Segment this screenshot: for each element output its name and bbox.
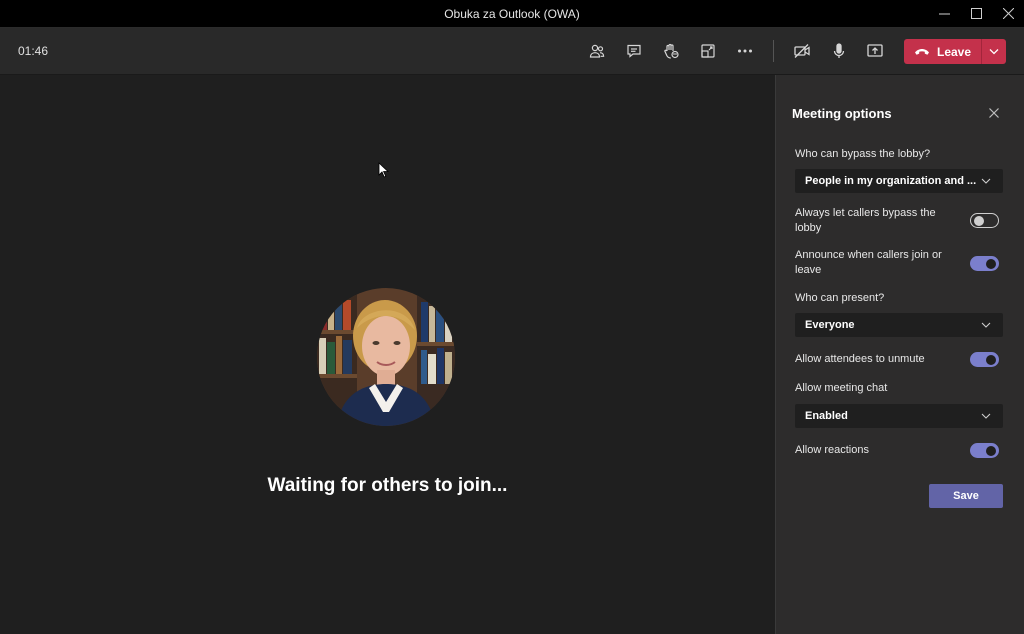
allow-chat-value: Enabled bbox=[805, 410, 848, 422]
leave-button[interactable]: Leave bbox=[904, 39, 981, 64]
share-screen-icon bbox=[867, 44, 883, 57]
allow-unmute-toggle[interactable] bbox=[970, 352, 999, 367]
show-participants-button[interactable] bbox=[584, 38, 610, 64]
chevron-down-icon bbox=[981, 413, 991, 419]
share-content-button[interactable] bbox=[862, 38, 888, 64]
avatar-photo bbox=[317, 288, 455, 426]
allow-reactions-label: Allow reactions bbox=[795, 444, 869, 456]
show-conversation-button[interactable] bbox=[621, 38, 647, 64]
camera-toggle-button[interactable] bbox=[789, 38, 815, 64]
who-can-present-select[interactable]: Everyone bbox=[795, 313, 1003, 337]
call-timer: 01:46 bbox=[18, 44, 49, 58]
who-can-present-label: Who can present? bbox=[795, 292, 885, 304]
minimize-button[interactable] bbox=[928, 0, 960, 27]
chevron-down-icon bbox=[981, 178, 991, 184]
maximize-button[interactable] bbox=[960, 0, 992, 27]
toggle-knob bbox=[986, 445, 996, 456]
meeting-stage: Waiting for others to join... bbox=[0, 75, 775, 634]
toggle-knob bbox=[986, 258, 996, 269]
announce-callers-toggle[interactable] bbox=[970, 256, 999, 271]
title-bar: Obuka za Outlook (OWA) bbox=[0, 0, 1024, 28]
allow-reactions-toggle[interactable] bbox=[970, 443, 999, 458]
allow-chat-label: Allow meeting chat bbox=[795, 382, 888, 394]
more-actions-icon bbox=[738, 49, 752, 53]
who-can-present-value: Everyone bbox=[805, 319, 855, 331]
window-controls bbox=[928, 0, 1024, 27]
announce-callers-label: Announce when callers join or leave bbox=[795, 249, 942, 276]
leave-options-button[interactable] bbox=[981, 39, 1006, 64]
close-icon bbox=[1002, 8, 1014, 19]
panel-title: Meeting options bbox=[792, 106, 892, 121]
save-button[interactable]: Save bbox=[929, 484, 1003, 508]
microphone-toggle-button[interactable] bbox=[826, 38, 852, 64]
window-title: Obuka za Outlook (OWA) bbox=[444, 6, 580, 21]
chevron-down-icon bbox=[989, 49, 999, 55]
bypass-lobby-label: Who can bypass the lobby? bbox=[795, 148, 931, 160]
close-window-button[interactable] bbox=[992, 0, 1024, 27]
callers-bypass-label: Always let callers bypass the lobby bbox=[795, 207, 936, 234]
chat-icon bbox=[627, 44, 641, 58]
leave-button-group: Leave bbox=[904, 39, 1006, 64]
camera-off-icon bbox=[794, 44, 810, 58]
breakout-rooms-icon bbox=[701, 44, 715, 58]
more-actions-button[interactable] bbox=[732, 38, 758, 64]
meeting-toolbar: 01:46 Leave bbox=[0, 28, 1024, 75]
toggle-knob bbox=[974, 215, 984, 226]
maximize-icon bbox=[970, 8, 982, 19]
chevron-down-icon bbox=[981, 322, 991, 328]
leave-label: Leave bbox=[936, 44, 972, 59]
minimize-icon bbox=[938, 13, 950, 15]
reactions-button[interactable] bbox=[658, 38, 684, 64]
waiting-message: Waiting for others to join... bbox=[267, 475, 508, 496]
bypass-lobby-value: People in my organization and ... bbox=[805, 175, 977, 187]
close-panel-icon[interactable] bbox=[988, 107, 1000, 119]
allow-chat-select[interactable]: Enabled bbox=[795, 404, 1003, 428]
callers-bypass-toggle[interactable] bbox=[970, 213, 999, 228]
toolbar-divider bbox=[773, 40, 774, 62]
bypass-lobby-select[interactable]: People in my organization and ... bbox=[795, 169, 1003, 193]
breakout-rooms-button[interactable] bbox=[695, 38, 721, 64]
microphone-icon bbox=[833, 43, 845, 58]
people-icon bbox=[589, 44, 605, 58]
hang-up-icon bbox=[914, 48, 929, 55]
avatar bbox=[317, 288, 455, 426]
mouse-cursor-icon bbox=[378, 162, 390, 178]
toggle-knob bbox=[986, 354, 996, 365]
raise-hand-icon bbox=[664, 43, 679, 59]
allow-unmute-label: Allow attendees to unmute bbox=[795, 353, 925, 365]
meeting-options-panel: Meeting options Who can bypass the lobby… bbox=[775, 75, 1024, 634]
